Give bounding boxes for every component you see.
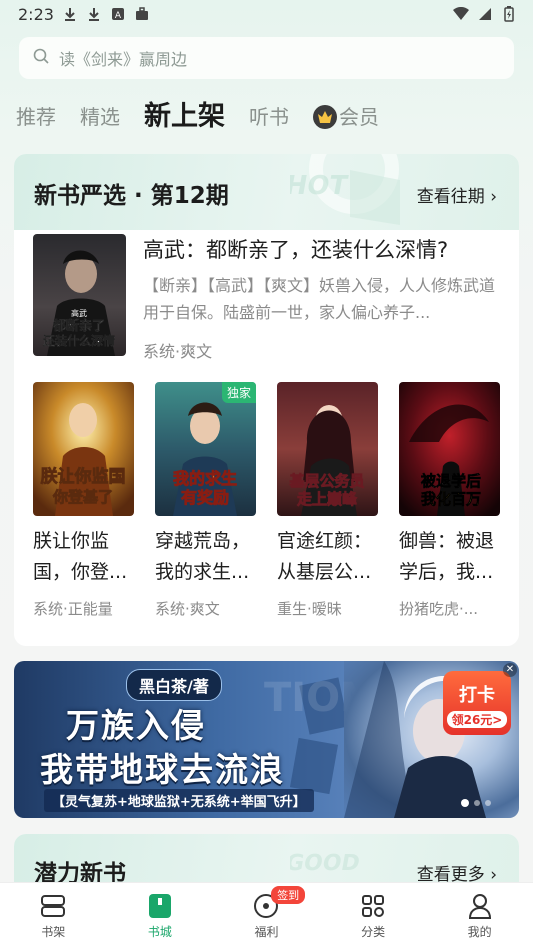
search-icon [33, 48, 49, 68]
nav-label: 书架 [41, 925, 66, 939]
wifi-icon [453, 6, 469, 22]
book-item[interactable]: 我的求生 有奖励 独家 穿越荒岛，我的求生... 系统·爽文 [155, 382, 258, 619]
search-placeholder: 读《剑来》赢周边 [59, 50, 188, 69]
download-icon [86, 6, 102, 22]
view-past-label: 查看往期 [416, 187, 485, 207]
svg-text:我的求生: 我的求生 [173, 469, 237, 488]
vip-crown-icon [313, 105, 337, 129]
svg-text:HOT: HOT [290, 171, 350, 201]
svg-text:朕让你监国: 朕让你监国 [41, 466, 126, 487]
svg-text:有奖励: 有奖励 [181, 488, 229, 507]
svg-text:A: A [115, 11, 122, 21]
close-icon[interactable]: ✕ [503, 663, 517, 677]
svg-text:GOOD: GOOD [290, 850, 362, 876]
text-app-icon: A [110, 6, 126, 22]
carousel-dot [474, 800, 480, 806]
banner-tagline: 【灵气复苏+地球监狱+无系统+举国飞升】 [44, 789, 314, 812]
svg-text:我化百万: 我化百万 [421, 490, 481, 508]
bookshelf-icon [39, 892, 67, 920]
carousel-dot [485, 800, 491, 806]
tab-featured[interactable]: 精选 [80, 99, 120, 135]
nav-label: 福利 [254, 925, 279, 939]
featured-book-tags: 系统·爽文 [143, 342, 213, 361]
svg-text:还装什么深情: 还装什么深情 [42, 333, 115, 348]
book-title: 官途红颜：从基层公... [277, 530, 373, 583]
status-bar: 2:23 A [0, 0, 533, 30]
book-item[interactable]: 基层公务员 走上巅峰 官途红颜：从基层公... 重生·暧昧 [277, 382, 380, 619]
tab-vip-label: 会员 [339, 105, 379, 129]
download-icon [62, 6, 78, 22]
book-tags: 重生·暧昧 [277, 600, 342, 618]
top-tabs: 推荐 精选 新上架 听书 会员 [16, 95, 403, 135]
user-icon [466, 892, 494, 920]
book-title: 御兽：被退学后，我... [399, 530, 495, 583]
svg-text:高武: 高武 [71, 308, 87, 318]
checkin-title: 打卡 [459, 685, 495, 706]
status-system-icons [453, 6, 517, 22]
featured-book[interactable]: 高武 都断亲了 还装什么深情 高武：都断亲了，还装什么深情? 【断亲】【高武】【… [33, 234, 503, 361]
search-input[interactable]: 读《剑来》赢周边 [19, 37, 514, 79]
book-cover: 被退学后 我化百万 [399, 382, 500, 516]
new-books-card: HOT 新书严选 · 第12期 查看往期 › 高武 都断亲了 还装什么深情 高武… [14, 154, 519, 646]
book-cover: 基层公务员 走上巅峰 [277, 382, 378, 516]
nav-profile[interactable]: 我的 [426, 883, 533, 949]
battery-icon [501, 6, 517, 22]
section-title: 新书严选 · 第12期 [34, 183, 229, 209]
status-notifications: A [62, 6, 150, 22]
banner-author: 黑白茶/著 [126, 669, 222, 701]
nav-bookstore[interactable]: 书城 [107, 883, 214, 949]
featured-book-title: 高武：都断亲了，还装什么深情? [143, 238, 449, 262]
promo-banner[interactable]: TION 黑白茶/著 万族入侵 我带地球去流浪 【灵气复苏+地球监狱+无系统+举… [14, 661, 519, 818]
svg-text:你登基了: 你登基了 [52, 488, 113, 506]
book-item[interactable]: 朕让你监国 你登基了 朕让你监国，你登... 系统·正能量 [33, 382, 136, 619]
svg-text:都断亲了: 都断亲了 [52, 318, 105, 334]
svg-text:走上巅峰: 走上巅峰 [297, 490, 358, 508]
book-item[interactable]: 被退学后 我化百万 御兽：被退学后，我... 扮猪吃虎·... [399, 382, 502, 619]
tab-vip[interactable]: 会员 [313, 99, 379, 135]
category-icon [359, 892, 387, 920]
book-cover: 朕让你监国 你登基了 [33, 382, 134, 516]
view-past-issues-link[interactable]: 查看往期 › [417, 182, 497, 207]
nav-label: 我的 [467, 925, 492, 939]
tab-new-arrivals[interactable]: 新上架 [144, 99, 225, 135]
status-time: 2:23 [18, 5, 54, 24]
svg-text:被退学后: 被退学后 [421, 472, 481, 490]
nav-category[interactable]: 分类 [320, 883, 427, 949]
briefcase-icon [134, 6, 150, 22]
checkin-reward: 领26元> [447, 711, 507, 728]
banner-headline-1: 万族入侵 [66, 706, 206, 745]
signal-icon [477, 6, 493, 22]
svg-text:基层公务员: 基层公务员 [288, 472, 364, 490]
book-tags: 扮猪吃虎·... [399, 600, 479, 618]
featured-book-description: 【断亲】【高武】【爽文】妖兽入侵，人人修炼武道用于自保。陆盛前一世，家人偏心养子… [143, 276, 496, 322]
book-tags: 系统·正能量 [33, 600, 113, 618]
carousel-dot [461, 799, 469, 807]
chevron-right-icon: › [490, 187, 497, 207]
book-title: 朕让你监国，你登... [33, 530, 128, 583]
tab-recommend[interactable]: 推荐 [16, 99, 56, 135]
carousel-indicator [461, 799, 491, 807]
book-cover: 高武 都断亲了 还装什么深情 [33, 234, 126, 356]
banner-headline-2: 我带地球去流浪 [40, 750, 285, 789]
nav-bookshelf[interactable]: 书架 [0, 883, 107, 949]
book-cover: 我的求生 有奖励 独家 [155, 382, 256, 516]
nav-label: 书城 [147, 925, 172, 939]
hot-decoration-icon: HOT [290, 170, 400, 225]
book-title: 穿越荒岛，我的求生... [155, 530, 251, 583]
exclusive-badge: 独家 [221, 382, 256, 403]
bookstore-icon [146, 892, 174, 920]
bottom-nav: 书架 书城 签到 福利 分类 我的 [0, 882, 533, 949]
nav-welfare[interactable]: 签到 福利 [213, 883, 320, 949]
checkin-badge: 签到 [271, 886, 306, 904]
book-tags: 系统·爽文 [155, 600, 220, 618]
new-books-header: HOT 新书严选 · 第12期 查看往期 › [14, 154, 519, 230]
checkin-reward-button[interactable]: 打卡 领26元> [443, 671, 511, 735]
tab-audiobooks[interactable]: 听书 [249, 99, 289, 135]
nav-label: 分类 [361, 925, 386, 939]
